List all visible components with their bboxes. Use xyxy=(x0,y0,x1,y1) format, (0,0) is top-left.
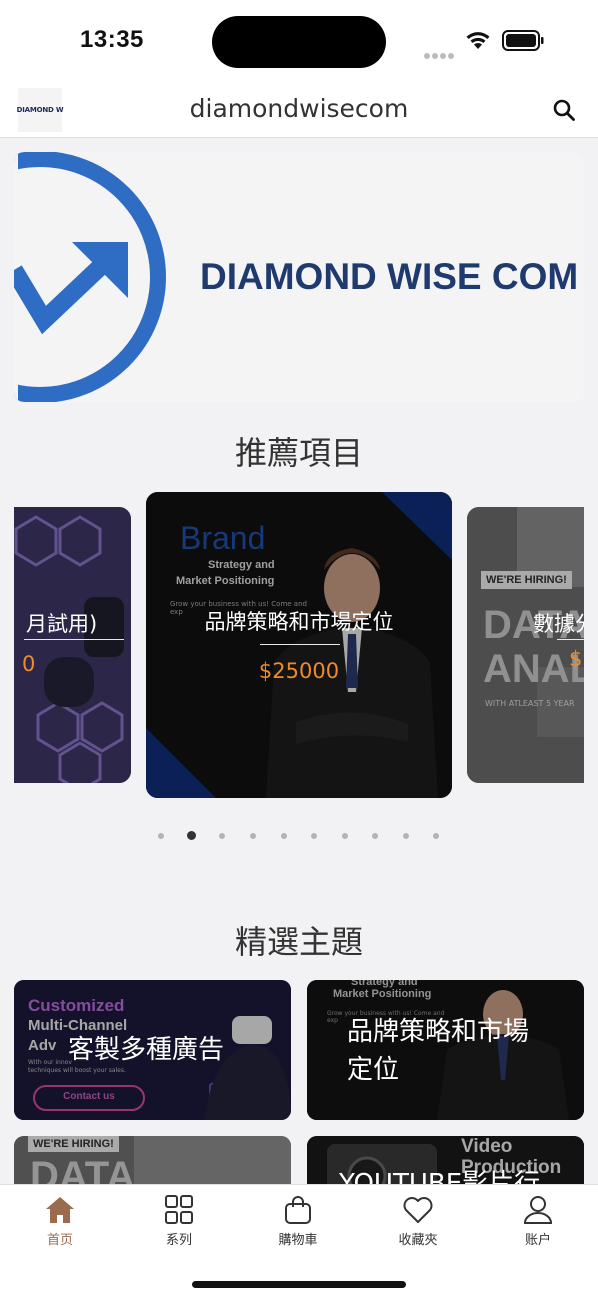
pagination-dot[interactable] xyxy=(403,833,409,839)
product-card-price: 0 xyxy=(22,652,36,676)
shopping-bag-icon xyxy=(285,1196,311,1224)
pagination-dot[interactable] xyxy=(250,833,256,839)
status-bar: 13:35 xyxy=(0,0,598,82)
card-overlay xyxy=(14,507,131,783)
product-card-title: 數據分 xyxy=(533,612,584,636)
tab-home[interactable]: 首页 xyxy=(20,1195,100,1248)
tab-favorites[interactable]: 收藏夾 xyxy=(378,1195,458,1248)
product-card[interactable]: WE'RE HIRING! DATA ANAL WITH ATLEAST 5 Y… xyxy=(467,507,584,783)
card-divider xyxy=(260,644,340,645)
product-card[interactable]: 月試用) 0 xyxy=(14,507,131,783)
pagination-dot[interactable] xyxy=(433,833,439,839)
tab-label: 首页 xyxy=(46,1233,73,1248)
battery-icon xyxy=(502,30,544,51)
dynamic-island xyxy=(212,16,386,68)
card-overlay xyxy=(146,492,452,798)
home-icon xyxy=(46,1197,74,1223)
hero-banner[interactable]: DIAMOND WISE COM xyxy=(14,152,584,402)
carousel-pagination[interactable] xyxy=(0,830,598,842)
tab-collections[interactable]: 系列 xyxy=(139,1195,219,1248)
product-card-price: $ xyxy=(569,647,583,671)
cellular-signal-icon xyxy=(424,44,456,63)
product-card-title: 月試用) xyxy=(26,612,98,636)
grid-icon xyxy=(165,1195,193,1224)
wifi-icon xyxy=(466,32,490,49)
banner-heading: DIAMOND WISE COM xyxy=(200,256,579,297)
featured-tile[interactable]: Strategy and Market Positioning Grow you… xyxy=(307,980,584,1120)
recommended-section-title: 推薦項目 xyxy=(234,434,363,472)
site-title[interactable]: diamondwisecom xyxy=(0,94,598,123)
app-header: DIAMOND W diamondwisecom xyxy=(0,82,598,138)
user-icon xyxy=(523,1196,553,1224)
pagination-dot[interactable] xyxy=(158,833,164,839)
featured-section-title: 精選主題 xyxy=(234,923,363,961)
heart-icon xyxy=(403,1197,433,1223)
tab-label: 系列 xyxy=(165,1233,192,1248)
card-divider xyxy=(24,639,124,640)
featured-tile-title: 客製多種廣告 xyxy=(68,1035,225,1065)
tab-account[interactable]: 账户 xyxy=(498,1195,578,1248)
pagination-dot[interactable] xyxy=(372,833,378,839)
card-divider xyxy=(557,639,584,640)
tab-label: 账户 xyxy=(524,1233,551,1248)
tab-label: 購物車 xyxy=(278,1233,318,1248)
product-card-active[interactable]: Brand Strategy and Market Positioning Gr… xyxy=(146,492,452,798)
search-icon[interactable] xyxy=(552,98,576,122)
pagination-dot[interactable] xyxy=(342,833,348,839)
pagination-dot-active[interactable] xyxy=(187,831,196,840)
product-card-title: 品牌策略和市場定位 xyxy=(204,610,394,634)
pagination-dot[interactable] xyxy=(311,833,317,839)
pagination-dot[interactable] xyxy=(281,833,287,839)
home-indicator xyxy=(192,1281,406,1288)
product-card-price: $25000 xyxy=(258,659,340,683)
featured-tile-title: 品牌策略和市場 xyxy=(347,1017,530,1047)
tab-cart[interactable]: 購物車 xyxy=(258,1195,338,1248)
featured-tile[interactable]: Customized Multi-Channel Adv With our in… xyxy=(14,980,291,1120)
pagination-dot[interactable] xyxy=(219,833,225,839)
status-time: 13:35 xyxy=(80,26,144,53)
tab-label: 收藏夾 xyxy=(398,1233,438,1248)
card-overlay xyxy=(467,507,584,783)
featured-tile-title-2: 定位 xyxy=(347,1055,400,1085)
recommended-carousel[interactable]: 月試用) 0 Brand Strategy and Market Positio… xyxy=(14,492,584,798)
